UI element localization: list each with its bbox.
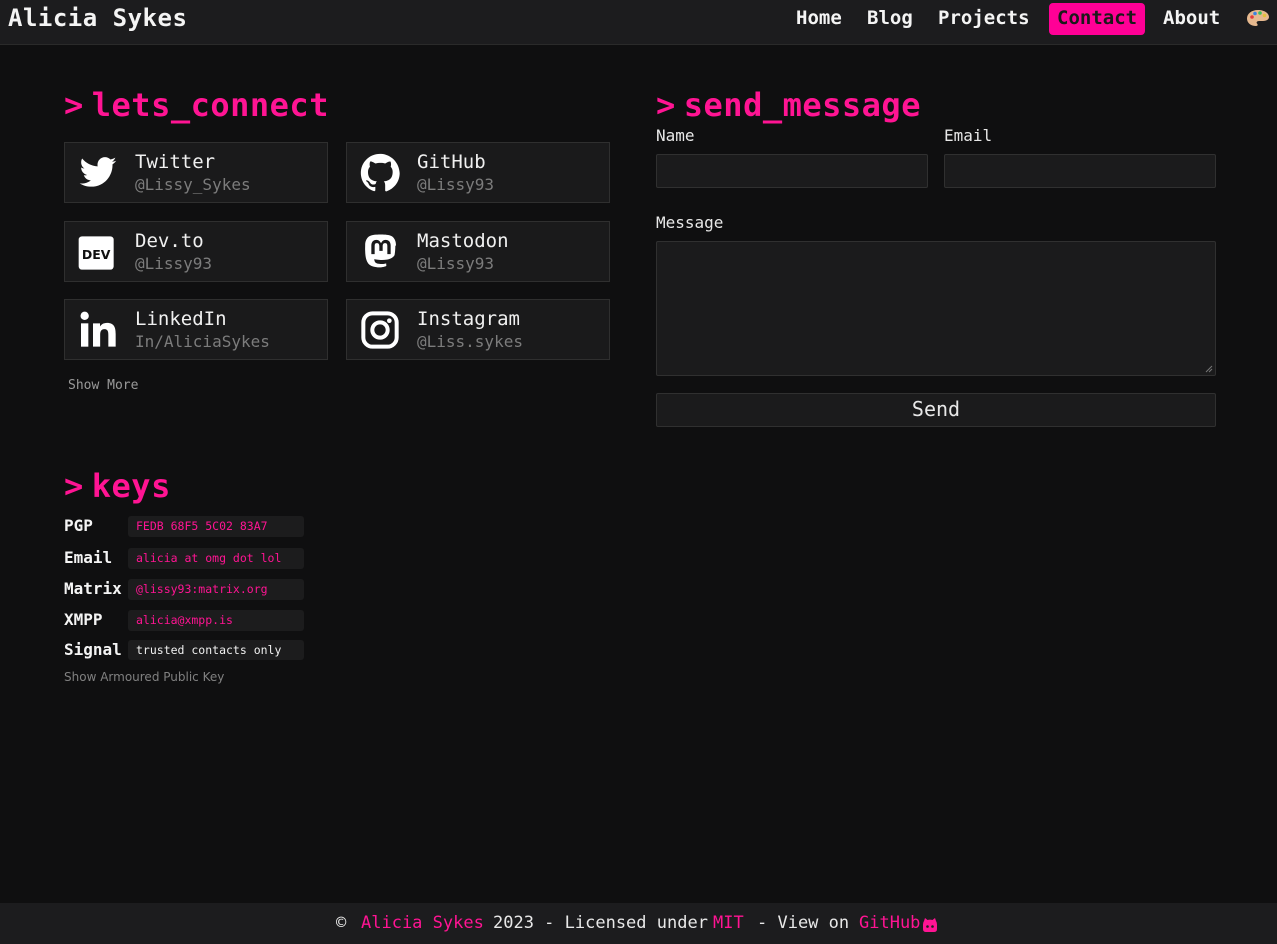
key-label-email: Email — [64, 548, 113, 567]
instagram-icon — [361, 311, 399, 349]
footer-github-link[interactable]: GitHub — [859, 913, 920, 933]
palette-icon[interactable] — [1246, 9, 1270, 27]
card-handle: @Lissy93 — [135, 254, 213, 273]
top-navbar: Alicia Sykes Home Blog Projects Contact … — [0, 0, 1277, 45]
key-value-pgp[interactable]: FEDB 68F5 5C02 83A7 — [128, 516, 304, 537]
social-card-instagram[interactable]: Instagram @Liss.sykes — [346, 299, 610, 360]
keys-title: keys — [91, 467, 171, 505]
devto-icon: DEV — [78, 236, 114, 270]
email-input[interactable] — [944, 154, 1216, 188]
footer-license-link[interactable]: MIT — [713, 913, 744, 933]
show-armoured-key-link[interactable]: Show Armoured Public Key — [64, 670, 224, 684]
card-handle: In/AliciaSykes — [135, 332, 270, 351]
send-button[interactable]: Send — [656, 393, 1216, 427]
nav-home[interactable]: Home — [788, 3, 850, 35]
key-label-signal: Signal — [64, 640, 122, 659]
card-name: LinkedIn — [135, 308, 227, 330]
send-message-title: send_message — [683, 86, 921, 124]
mastodon-icon — [365, 234, 396, 268]
social-card-mastodon[interactable]: Mastodon @Lissy93 — [346, 221, 610, 282]
social-card-devto[interactable]: DEV Dev.to @Lissy93 — [64, 221, 328, 282]
card-handle: @Lissy_Sykes — [135, 175, 251, 194]
show-more-button[interactable]: Show More — [68, 378, 138, 393]
message-textarea[interactable] — [656, 241, 1216, 376]
card-handle: @Lissy93 — [417, 175, 495, 194]
github-icon — [360, 153, 400, 192]
name-label: Name — [656, 126, 695, 145]
send-message-heading: > send_message — [656, 86, 921, 124]
octocat-icon[interactable] — [922, 917, 938, 933]
key-label-pgp: PGP — [64, 516, 93, 535]
key-value-matrix[interactable]: @lissy93:matrix.org — [128, 579, 304, 600]
footer: © Alicia Sykes 2023 - Licensed under MIT… — [0, 903, 1277, 944]
nav-about[interactable]: About — [1155, 3, 1228, 35]
nav-contact[interactable]: Contact — [1049, 3, 1146, 35]
email-label: Email — [944, 126, 993, 145]
social-card-github[interactable]: GitHub @Lissy93 — [346, 142, 610, 203]
card-name: Instagram — [417, 308, 520, 330]
lets-connect-title: lets_connect — [91, 86, 329, 124]
card-name: Twitter — [135, 151, 216, 173]
prompt-symbol: > — [64, 86, 84, 124]
prompt-symbol: > — [656, 86, 676, 124]
card-handle: @Lissy93 — [417, 254, 495, 273]
linkedin-icon — [80, 311, 116, 347]
twitter-icon — [79, 157, 117, 187]
svg-text:DEV: DEV — [82, 247, 111, 262]
footer-author-link[interactable]: Alicia Sykes — [361, 913, 484, 933]
card-handle: @Liss.sykes — [417, 332, 523, 351]
site-title[interactable]: Alicia Sykes — [8, 4, 187, 32]
key-label-matrix: Matrix — [64, 579, 122, 598]
card-name: Mastodon — [417, 230, 509, 252]
key-value-signal: trusted contacts only — [128, 640, 304, 660]
copyright-symbol: © — [336, 913, 347, 933]
key-label-xmpp: XMPP — [64, 610, 103, 629]
message-label: Message — [656, 213, 724, 232]
card-name: Dev.to — [135, 230, 204, 252]
key-value-email[interactable]: alicia at omg dot lol — [128, 548, 304, 569]
lets-connect-heading: > lets_connect — [64, 86, 329, 124]
name-input[interactable] — [656, 154, 928, 188]
social-card-linkedin[interactable]: LinkedIn In/AliciaSykes — [64, 299, 328, 360]
resize-handle-icon[interactable] — [1205, 365, 1213, 373]
key-value-xmpp[interactable]: alicia@xmpp.is — [128, 610, 304, 631]
nav-blog[interactable]: Blog — [859, 3, 921, 35]
nav-projects[interactable]: Projects — [930, 3, 1038, 35]
keys-heading: > keys — [64, 467, 171, 505]
social-card-twitter[interactable]: Twitter @Lissy_Sykes — [64, 142, 328, 203]
card-name: GitHub — [417, 151, 486, 173]
footer-license-text: 2023 - Licensed under — [493, 913, 708, 933]
footer-view-text: - View on — [757, 913, 850, 933]
prompt-symbol: > — [64, 467, 84, 505]
